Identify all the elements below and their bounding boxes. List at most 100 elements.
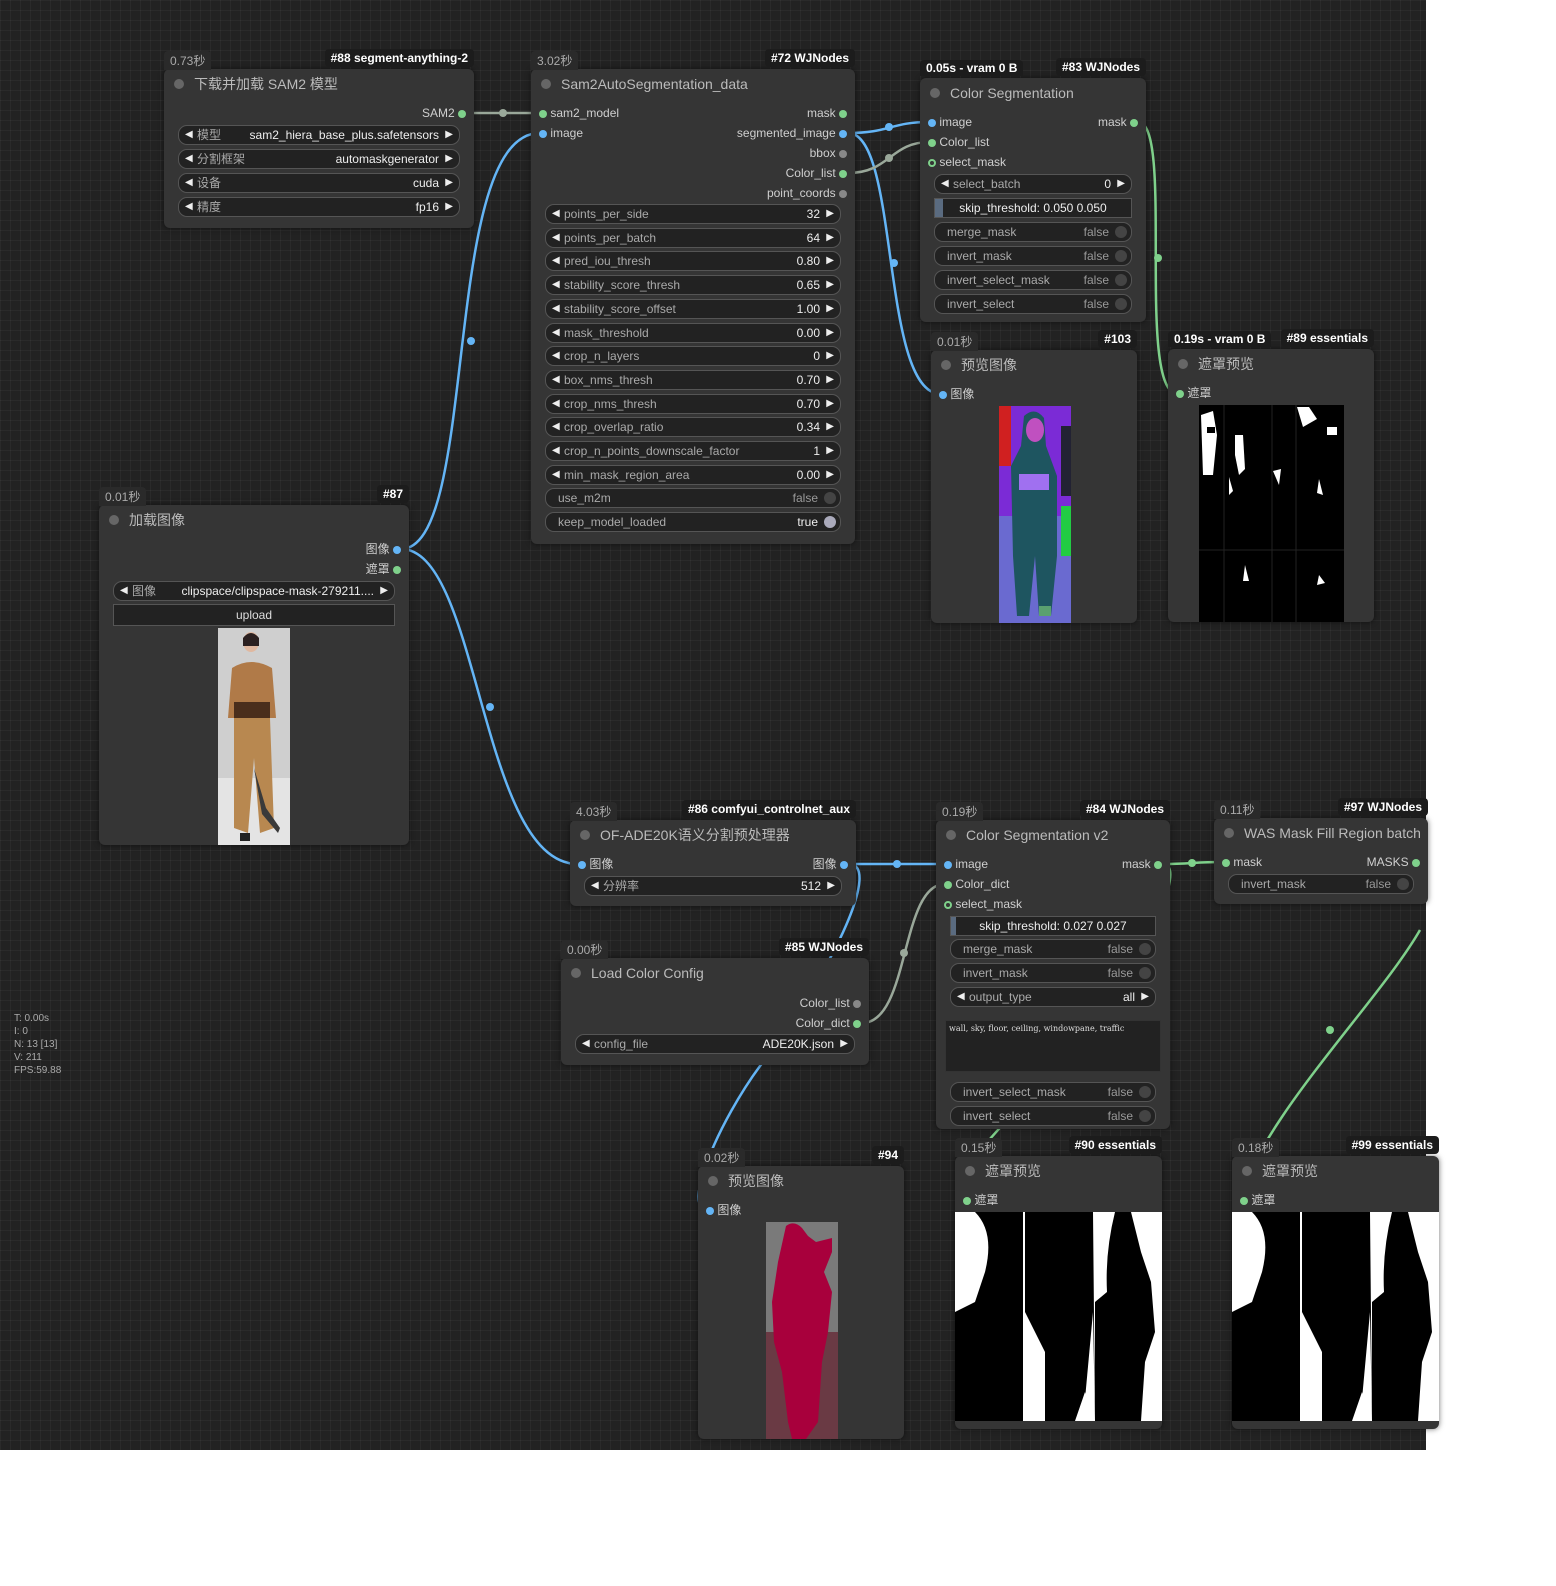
- merge-mask-toggle[interactable]: merge_mask false: [950, 939, 1156, 959]
- node-was-mask-fill-region[interactable]: 0.11秒 #97 WJNodes WAS Mask Fill Region b…: [1214, 798, 1428, 904]
- toggle-knob[interactable]: [824, 492, 836, 504]
- arrow-left-icon[interactable]: ◀: [552, 395, 560, 413]
- node-mask-preview-89[interactable]: 0.19s - vram 0 B #89 essentials 遮罩预览 遮罩: [1168, 329, 1374, 622]
- framework-select[interactable]: ◀ 分割框架 automaskgenerator ▶: [178, 149, 460, 169]
- output-pin[interactable]: [839, 149, 847, 158]
- skip-threshold-slider[interactable]: skip_threshold: 0.050 0.050: [934, 198, 1132, 218]
- output-pin[interactable]: [853, 1019, 861, 1028]
- arrow-left-icon[interactable]: ◀: [552, 466, 560, 484]
- output-pin[interactable]: [840, 860, 848, 869]
- arrow-left-icon[interactable]: ◀: [582, 1035, 590, 1053]
- input-slot-mask[interactable]: 遮罩: [963, 1190, 998, 1210]
- node-load-image[interactable]: 0.01秒 #87 加载图像 图像 遮罩 ◀ 图像 clipspace/clipsp…: [99, 485, 409, 845]
- output-pin[interactable]: [1412, 858, 1420, 867]
- collapse-dot[interactable]: [109, 515, 119, 525]
- toggle-knob[interactable]: [1397, 878, 1409, 890]
- input-pin[interactable]: [944, 860, 952, 869]
- arrow-left-icon[interactable]: ◀: [552, 418, 560, 436]
- param-stepper[interactable]: ◀ points_per_side 32 ▶: [545, 204, 841, 224]
- collapse-dot[interactable]: [571, 968, 581, 978]
- param-stepper[interactable]: ◀ pred_iou_thresh 0.80 ▶: [545, 251, 841, 272]
- node-color-segmentation[interactable]: 0.05s - vram 0 B #83 WJNodes Color Segme…: [920, 58, 1146, 322]
- output-pin[interactable]: [393, 545, 401, 554]
- node-title-bar[interactable]: 遮罩预览: [955, 1156, 1162, 1186]
- collapse-dot[interactable]: [1224, 828, 1234, 838]
- toggle-knob[interactable]: [1115, 298, 1127, 310]
- arrow-left-icon[interactable]: ◀: [591, 877, 599, 895]
- config-file-select[interactable]: ◀ config_file ADE20K.json ▶: [575, 1034, 855, 1054]
- output-slot-color-list[interactable]: Color_list: [786, 163, 847, 183]
- input-slot-image[interactable]: 图像: [578, 854, 613, 874]
- arrow-right-icon[interactable]: ▶: [1117, 175, 1125, 193]
- arrow-right-icon[interactable]: ▶: [445, 150, 453, 168]
- arrow-left-icon[interactable]: ◀: [552, 252, 560, 270]
- arrow-right-icon[interactable]: ▶: [826, 442, 834, 460]
- arrow-right-icon[interactable]: ▶: [445, 174, 453, 192]
- input-slot-select-mask[interactable]: select_mask: [944, 894, 1022, 914]
- node-ade20k-preprocessor[interactable]: 4.03秒 #86 comfyui_controlnet_aux OF-ADE2…: [570, 800, 856, 906]
- invert-mask-toggle[interactable]: invert_mask false: [950, 963, 1156, 983]
- node-title-bar[interactable]: 预览图像: [931, 350, 1137, 380]
- input-pin[interactable]: [928, 158, 936, 167]
- arrow-right-icon[interactable]: ▶: [826, 252, 834, 270]
- output-type-select[interactable]: ◀ output_type all ▶: [950, 987, 1156, 1007]
- node-preview-image-103[interactable]: 0.01秒 #103 预览图像 图像: [931, 330, 1137, 623]
- param-stepper[interactable]: ◀ points_per_batch 64 ▶: [545, 227, 841, 248]
- output-pin[interactable]: [853, 999, 861, 1008]
- input-slot-image[interactable]: 图像: [939, 384, 974, 404]
- arrow-left-icon[interactable]: ◀: [552, 347, 560, 365]
- node-title-bar[interactable]: 下载并加载 SAM2 模型: [164, 69, 474, 99]
- invert-select-toggle[interactable]: invert_select false: [934, 294, 1132, 314]
- input-pin[interactable]: [963, 1196, 971, 1205]
- node-preview-image-94[interactable]: 0.02秒 #94 预览图像 图像: [698, 1146, 904, 1439]
- arrow-right-icon[interactable]: ▶: [826, 205, 834, 223]
- image-file-select[interactable]: ◀ 图像 clipspace/clipspace-mask-279211.... ▶: [113, 581, 395, 601]
- node-title-bar[interactable]: Color Segmentation: [920, 78, 1146, 108]
- arrow-left-icon[interactable]: ◀: [552, 229, 560, 247]
- param-stepper[interactable]: ◀ stability_score_thresh 0.65 ▶: [545, 275, 841, 296]
- keep-model-loaded-toggle[interactable]: keep_model_loaded true: [545, 512, 841, 532]
- input-pin[interactable]: [1222, 858, 1230, 867]
- output-pin[interactable]: [839, 169, 847, 178]
- arrow-left-icon[interactable]: ◀: [552, 205, 560, 223]
- collapse-dot[interactable]: [965, 1166, 975, 1176]
- input-slot-image[interactable]: image: [539, 123, 583, 143]
- output-pin[interactable]: [1154, 860, 1162, 869]
- arrow-left-icon[interactable]: ◀: [185, 198, 193, 216]
- output-slot-mask[interactable]: mask: [1122, 854, 1162, 874]
- output-pin[interactable]: [458, 109, 466, 118]
- node-title-bar[interactable]: 遮罩预览: [1168, 349, 1374, 379]
- input-pin[interactable]: [928, 138, 936, 147]
- output-pin[interactable]: [839, 189, 847, 198]
- node-title-bar[interactable]: Sam2AutoSegmentation_data: [531, 69, 855, 99]
- arrow-right-icon[interactable]: ▶: [445, 126, 453, 144]
- input-pin[interactable]: [944, 900, 952, 909]
- input-pin[interactable]: [928, 118, 936, 127]
- output-slot-sam2[interactable]: SAM2: [164, 103, 474, 123]
- skip-threshold-slider[interactable]: skip_threshold: 0.027 0.027: [950, 916, 1156, 936]
- param-stepper[interactable]: ◀ min_mask_region_area 0.00 ▶: [545, 464, 841, 485]
- toggle-knob[interactable]: [1139, 1110, 1151, 1122]
- collapse-dot[interactable]: [580, 830, 590, 840]
- toggle-knob[interactable]: [824, 516, 836, 528]
- arrow-left-icon[interactable]: ◀: [120, 582, 128, 600]
- input-slot-image[interactable]: image: [944, 854, 988, 874]
- toggle-knob[interactable]: [1115, 274, 1127, 286]
- invert-mask-toggle[interactable]: invert_mask false: [1228, 874, 1414, 894]
- arrow-right-icon[interactable]: ▶: [840, 1035, 848, 1053]
- input-pin[interactable]: [1240, 1196, 1248, 1205]
- invert-mask-toggle[interactable]: invert_mask false: [934, 246, 1132, 266]
- arrow-left-icon[interactable]: ◀: [185, 126, 193, 144]
- arrow-right-icon[interactable]: ▶: [826, 418, 834, 436]
- collapse-dot[interactable]: [174, 79, 184, 89]
- output-slot-mask[interactable]: mask: [1098, 112, 1138, 132]
- arrow-left-icon[interactable]: ◀: [552, 324, 560, 342]
- arrow-right-icon[interactable]: ▶: [826, 371, 834, 389]
- collapse-dot[interactable]: [941, 360, 951, 370]
- param-stepper[interactable]: ◀ crop_overlap_ratio 0.34 ▶: [545, 417, 841, 438]
- toggle-knob[interactable]: [1115, 226, 1127, 238]
- input-pin[interactable]: [944, 880, 952, 889]
- output-slot-color-list[interactable]: Color_list: [800, 993, 861, 1013]
- param-stepper[interactable]: ◀ mask_threshold 0.00 ▶: [545, 322, 841, 343]
- node-title-bar[interactable]: 遮罩预览: [1232, 1156, 1439, 1186]
